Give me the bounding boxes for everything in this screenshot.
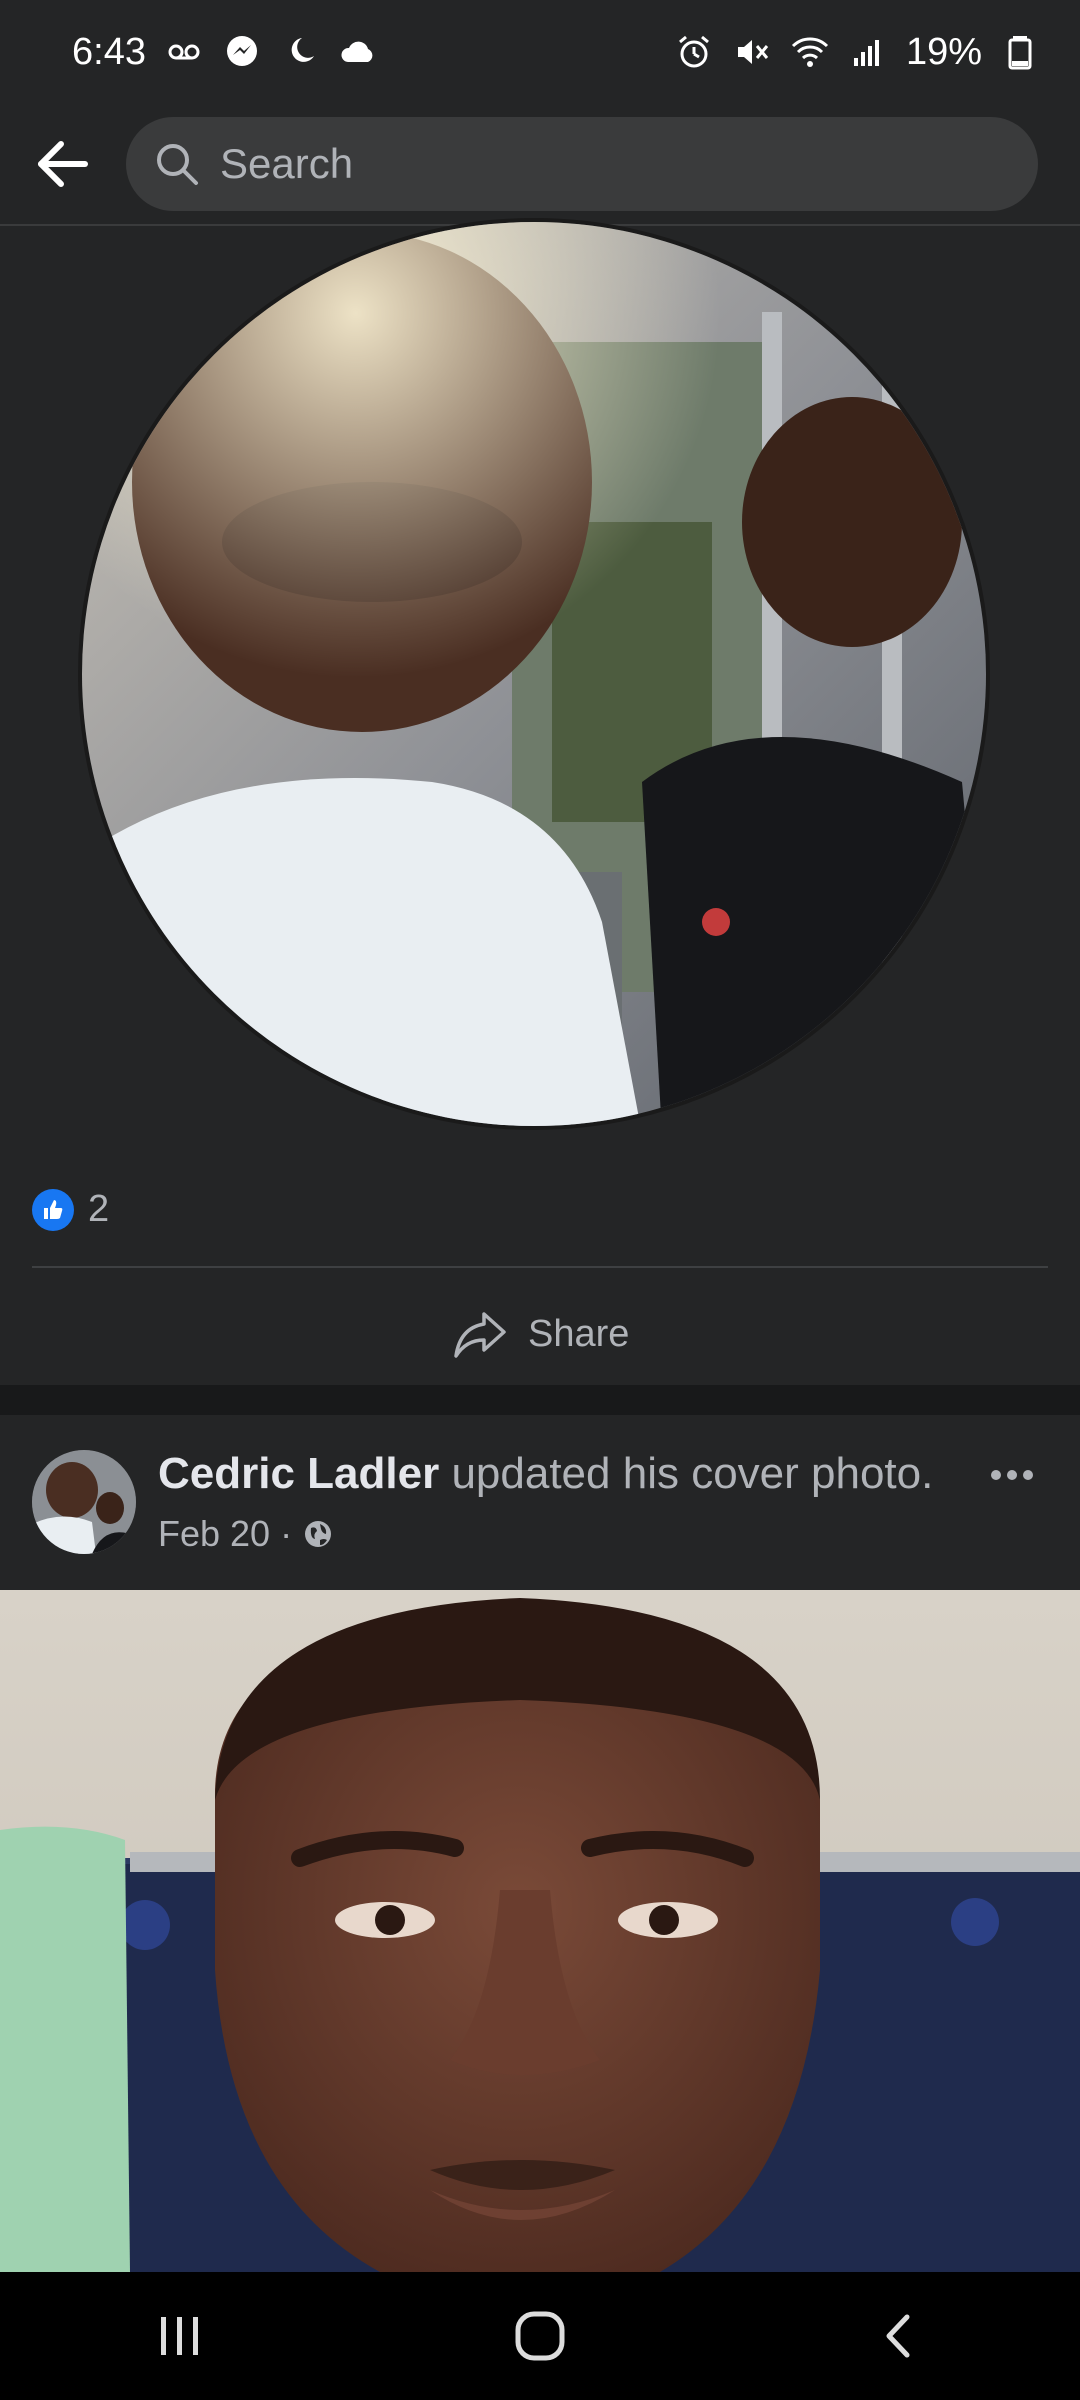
share-label: Share xyxy=(528,1312,630,1355)
voicemail-icon xyxy=(164,32,204,72)
back-arrow-icon xyxy=(38,141,88,187)
profile-photo[interactable] xyxy=(78,218,990,1130)
wifi-icon xyxy=(790,32,830,72)
battery-percent: 19% xyxy=(905,30,982,73)
alarm-icon xyxy=(674,32,714,72)
clock: 6:43 xyxy=(72,30,146,73)
globe-icon xyxy=(305,1521,332,1547)
reactions-summary[interactable]: 2 xyxy=(32,1188,109,1231)
top-bar xyxy=(0,104,1080,226)
system-back-button[interactable] xyxy=(840,2286,960,2386)
home-icon xyxy=(515,2311,565,2361)
avatar-image xyxy=(32,1450,136,1554)
cover-photo-image xyxy=(0,1590,1080,2272)
search-input[interactable] xyxy=(218,139,1002,189)
battery-icon xyxy=(1000,32,1040,72)
cloud-icon xyxy=(338,32,378,72)
dot xyxy=(1023,1470,1033,1480)
status-bar: 6:43 19% xyxy=(0,0,1080,104)
meta-separator: · xyxy=(280,1513,293,1554)
search-icon xyxy=(157,144,198,185)
status-left: 6:43 xyxy=(72,31,378,74)
post-title: Cedric Ladler updated his cover photo. xyxy=(158,1449,933,1499)
divider xyxy=(32,1266,1048,1268)
mute-icon xyxy=(732,32,772,72)
feed-separator xyxy=(0,1385,1080,1415)
profile-picture-post: 2 Share xyxy=(0,218,1080,1383)
cover-photo-post-header: Cedric Ladler updated his cover photo. F… xyxy=(0,1415,1080,1590)
system-nav-bar xyxy=(0,2272,1080,2400)
author-name[interactable]: Cedric Ladler xyxy=(158,1449,439,1498)
search-bar[interactable] xyxy=(126,117,1038,211)
cover-photo[interactable] xyxy=(0,1590,1080,2272)
reaction-count: 2 xyxy=(88,1188,110,1230)
recent-apps-button[interactable] xyxy=(120,2286,240,2386)
share-button[interactable]: Share xyxy=(452,1296,629,1372)
avatar[interactable] xyxy=(32,1450,136,1554)
post-action: updated his cover photo. xyxy=(439,1449,934,1498)
post-meta: Feb 20 · xyxy=(158,1513,334,1555)
chevron-left-icon xyxy=(886,2314,910,2358)
share-icon xyxy=(454,1312,506,1358)
home-button[interactable] xyxy=(480,2286,600,2386)
signal-icon xyxy=(848,32,888,72)
sleep-icon xyxy=(280,32,320,72)
dot xyxy=(1007,1470,1017,1480)
profile-photo-image xyxy=(82,222,986,1126)
like-reaction-icon xyxy=(32,1188,74,1231)
messenger-icon xyxy=(222,32,262,72)
dot xyxy=(991,1470,1001,1480)
recent-apps-icon xyxy=(161,2317,198,2355)
more-options-button[interactable] xyxy=(982,1455,1042,1495)
back-button[interactable] xyxy=(18,119,108,209)
post-date[interactable]: Feb 20 xyxy=(158,1513,270,1555)
status-right: 19% xyxy=(674,31,1040,74)
